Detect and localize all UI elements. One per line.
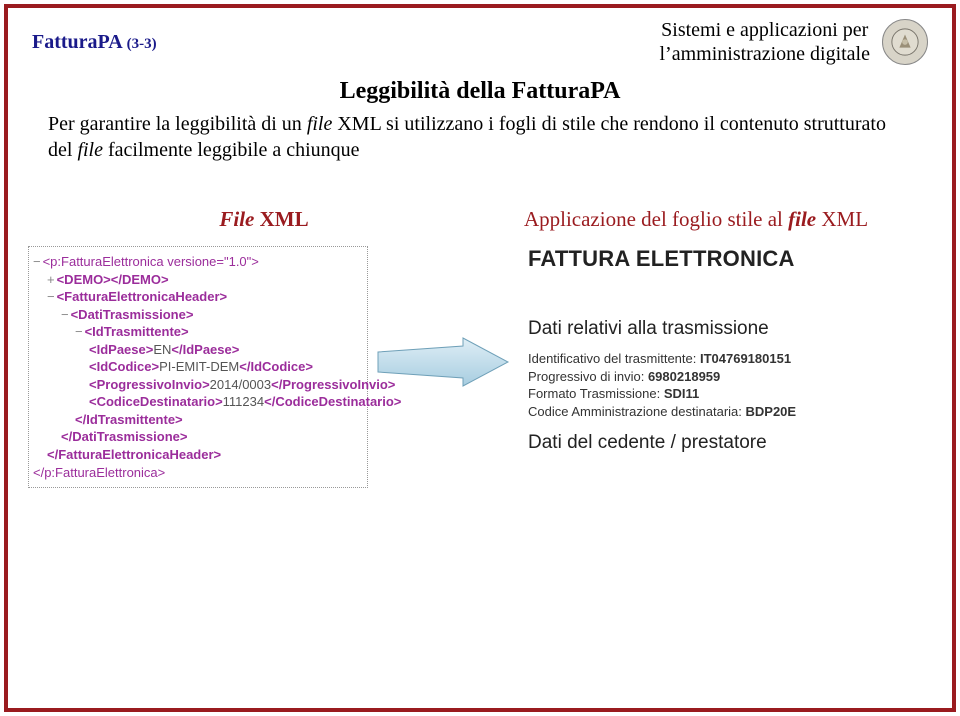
kv-value: SDI11	[664, 386, 699, 401]
xml-tag: </IdCodice>	[239, 359, 313, 374]
xml-tag: <ProgressivoInvio>	[89, 377, 210, 392]
rendered-doc-title: FATTURA ELETTRONICA	[528, 246, 912, 272]
slide-header: FatturaPA (3-3) Sistemi e applicazioni p…	[8, 8, 952, 70]
topic-part: (3-3)	[127, 36, 157, 52]
section-heading-transmission: Dati relativi alla trasmissione	[528, 318, 912, 340]
label-file: File	[219, 207, 254, 231]
xml-tag: </p:FatturaElettronica>	[33, 465, 165, 480]
course-title: Sistemi e applicazioni per l’amministraz…	[660, 18, 871, 66]
xml-tag: <IdCodice>	[89, 359, 159, 374]
xml-tag: <IdTrasmittente>	[85, 324, 189, 339]
kv-row: Identificativo del trasmittente: IT04769…	[528, 350, 912, 368]
kv-label: Identificativo del trasmittente:	[528, 351, 700, 366]
kv-label: Progressivo di invio:	[528, 369, 648, 384]
xml-tag: <DatiTrasmissione>	[71, 307, 194, 322]
rendered-invoice-panel: FATTURA ELETTRONICA Dati relativi alla t…	[518, 246, 912, 454]
label-file: file	[788, 207, 816, 231]
column-label-styled: Applicazione del foglio stile al file XM…	[480, 207, 912, 232]
xml-toggle: −	[47, 289, 57, 304]
university-seal-icon	[882, 19, 928, 65]
xml-tag: </FatturaElettronicaHeader>	[47, 447, 221, 462]
xml-tag: </IdTrasmittente>	[75, 412, 183, 427]
xml-value: 2014/0003	[210, 377, 271, 392]
intro-text: Per garantire la leggibilità di un	[48, 113, 307, 135]
kv-label: Formato Trasmissione:	[528, 386, 664, 401]
kv-label: Codice Amministrazione destinataria:	[528, 404, 746, 419]
xml-tag: </IdPaese>	[171, 342, 239, 357]
slide-title: Leggibilità della FatturaPA	[8, 78, 952, 105]
label-xml: XML	[254, 207, 308, 231]
xml-source-panel: −<p:FatturaElettronica versione="1.0"> +…	[28, 246, 368, 488]
xml-tag: <p:FatturaElettronica versione="1.0">	[43, 254, 259, 269]
xml-toggle: −	[61, 307, 71, 322]
slide-topic: FatturaPA (3-3)	[32, 31, 157, 54]
label-xml: XML	[816, 207, 868, 231]
topic-name: FatturaPA	[32, 31, 122, 53]
course-line1: Sistemi e applicazioni per	[660, 18, 871, 42]
xml-value: 111234	[223, 394, 264, 409]
xml-tag: <FatturaElettronicaHeader>	[57, 289, 228, 304]
kv-row: Formato Trasmissione: SDI11	[528, 385, 912, 403]
kv-value: 6980218959	[648, 369, 720, 384]
intro-paragraph: Per garantire la leggibilità di un file …	[8, 105, 952, 163]
xml-toggle: −	[75, 324, 85, 339]
intro-em: file	[77, 139, 103, 161]
kv-value: IT04769180151	[700, 351, 791, 366]
label-prefix: Applicazione del foglio stile al	[524, 207, 788, 231]
intro-em: file	[307, 113, 333, 135]
course-line2: l’amministrazione digitale	[660, 42, 871, 66]
xml-value: PI-EMIT-DEM	[159, 359, 239, 374]
kv-row: Progressivo di invio: 6980218959	[528, 368, 912, 386]
column-label-xml: File XML	[48, 207, 480, 232]
xml-toggle: −	[33, 254, 43, 269]
kv-row: Codice Amministrazione destinataria: BDP…	[528, 403, 912, 421]
section-heading-cedente: Dati del cedente / prestatore	[528, 432, 912, 454]
xml-tag: </CodiceDestinatario>	[264, 394, 401, 409]
intro-text: facilmente leggibile a chiunque	[103, 139, 360, 161]
xml-tag: </DatiTrasmissione>	[61, 429, 187, 444]
kv-value: BDP20E	[746, 404, 797, 419]
xml-tag: <IdPaese>	[89, 342, 153, 357]
arrow-icon	[368, 246, 518, 388]
xml-toggle: +	[47, 272, 57, 287]
xml-tag: <DEMO></DEMO>	[57, 272, 169, 287]
xml-tag: <CodiceDestinatario>	[89, 394, 223, 409]
xml-value: EN	[153, 342, 171, 357]
